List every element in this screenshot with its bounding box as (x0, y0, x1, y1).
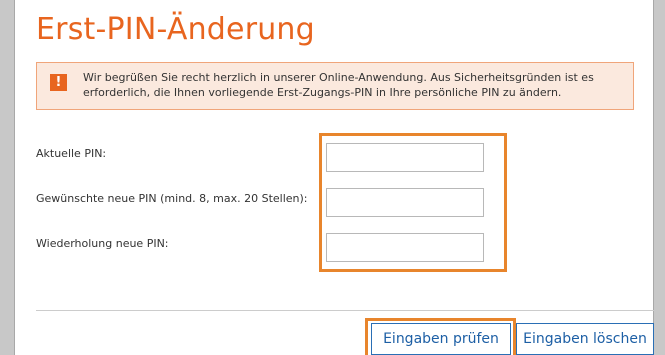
form-divider (36, 310, 654, 311)
new-pin-label: Gewünschte neue PIN (mind. 8, max. 20 St… (36, 192, 308, 205)
pin-change-panel: Erst-PIN-Änderung ! Wir begrüßen Sie rec… (14, 0, 654, 355)
current-pin-input[interactable] (326, 143, 484, 172)
notice-text: Wir begrüßen Sie recht herzlich in unser… (83, 71, 594, 99)
repeat-pin-label: Wiederholung neue PIN: (36, 237, 169, 250)
info-notice: ! Wir begrüßen Sie recht herzlich in uns… (36, 62, 634, 110)
clear-inputs-button[interactable]: Eingaben löschen (516, 323, 654, 355)
repeat-pin-input[interactable] (326, 233, 484, 262)
check-inputs-button[interactable]: Eingaben prüfen (371, 323, 511, 355)
new-pin-input[interactable] (326, 188, 484, 217)
warning-icon: ! (50, 74, 67, 91)
page-title: Erst-PIN-Änderung (36, 12, 315, 47)
current-pin-label: Aktuelle PIN: (36, 147, 107, 160)
